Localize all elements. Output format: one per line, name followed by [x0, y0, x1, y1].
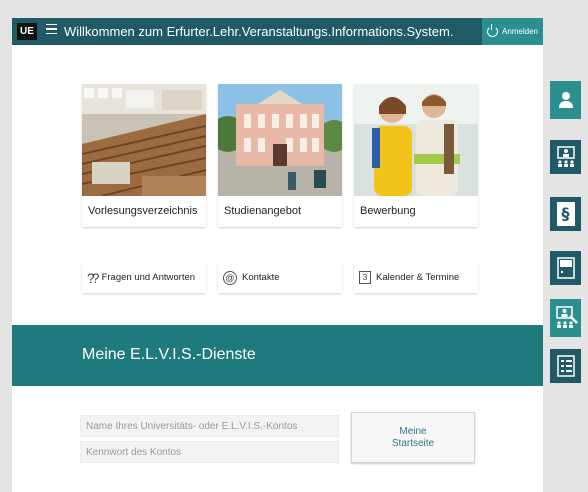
start-page-label: Meine Startseite — [391, 425, 435, 449]
tile-label: Studienangebot — [224, 205, 302, 217]
calendar-label: Kalender & Termine — [376, 272, 460, 283]
document-icon — [556, 257, 575, 279]
elvis-services-band: Meine E.L.V.I.S.-Dienste — [12, 325, 543, 386]
contacts-label: Kontakte — [242, 272, 280, 283]
power-icon — [486, 24, 498, 37]
calendar-icon: 3 — [359, 271, 371, 284]
username-field[interactable] — [80, 415, 339, 437]
at-icon: @ — [223, 270, 237, 285]
menu-icon[interactable] — [46, 24, 57, 34]
paragraph-icon: § — [556, 202, 575, 226]
login-button[interactable]: Anmelden — [482, 18, 543, 45]
sidebar-profile-button[interactable] — [550, 81, 581, 119]
university-building-photo — [218, 84, 342, 196]
lecture-hall-photo — [82, 84, 206, 196]
students-photo — [354, 84, 478, 196]
right-sidebar: § — [543, 0, 588, 492]
presentation-edit-icon — [555, 306, 578, 328]
tile-label: Vorlesungsverzeichnis — [88, 205, 198, 217]
list-icon — [556, 355, 575, 377]
tile-studienangebot[interactable]: Studienangebot — [218, 84, 342, 227]
page-title: Willkommen zum Erfurter.Lehr.Veranstaltu… — [64, 24, 454, 39]
university-logo[interactable]: UE — [17, 23, 37, 40]
sidebar-teaching-button[interactable] — [550, 299, 581, 337]
tile-vorlesungsverzeichnis[interactable]: Vorlesungsverzeichnis — [82, 84, 206, 227]
sidebar-regulations-button[interactable]: § — [550, 197, 581, 231]
sidebar-document-button[interactable] — [550, 251, 581, 285]
presentation-audience-icon — [556, 146, 575, 167]
tile-label: Bewerbung — [360, 205, 416, 217]
login-label: Anmelden — [501, 27, 539, 36]
faq-label: Fragen und Antworten — [101, 272, 196, 283]
my-start-page-button[interactable]: Meine Startseite — [351, 412, 475, 463]
person-icon — [558, 92, 573, 108]
elvis-services-title: Meine E.L.V.I.S.-Dienste — [82, 346, 256, 363]
contacts-link[interactable]: @ Kontakte — [218, 262, 342, 293]
question-marks-icon: ?? — [87, 269, 99, 286]
main-panel: Vorlesungsverzeichnis Studienangebot Bew… — [12, 45, 543, 492]
faq-link[interactable]: ?? Fragen und Antworten — [82, 262, 206, 293]
sidebar-courses-button[interactable] — [550, 140, 581, 174]
sidebar-list-button[interactable] — [550, 349, 581, 383]
top-bar: UE Willkommen zum Erfurter.Lehr.Veransta… — [12, 18, 543, 45]
tile-bewerbung[interactable]: Bewerbung — [354, 84, 478, 227]
password-field[interactable] — [80, 441, 339, 463]
calendar-link[interactable]: 3 Kalender & Termine — [354, 262, 478, 293]
